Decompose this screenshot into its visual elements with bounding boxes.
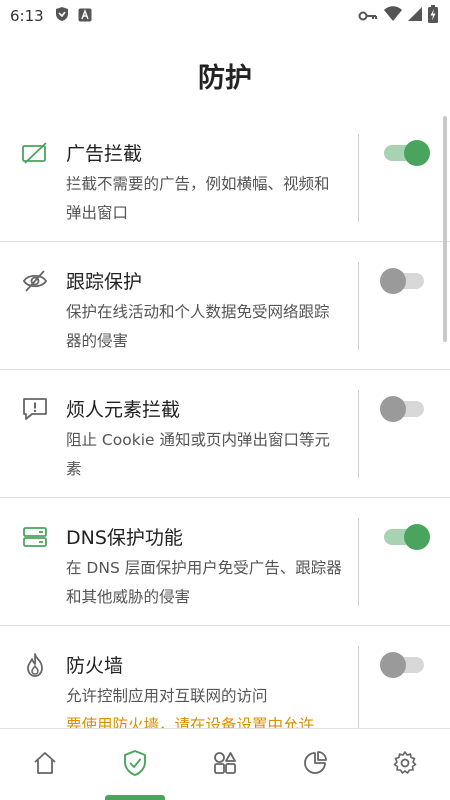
- nav-settings[interactable]: [360, 729, 450, 800]
- row-description: 拦截不需要的广告，例如横幅、视频和弹出窗口: [66, 175, 330, 222]
- toggle-thumb: [380, 396, 406, 422]
- row-title: 广告拦截: [66, 143, 143, 165]
- protection-list: 广告拦截 拦截不需要的广告，例如横幅、视频和弹出窗口 跟踪保护 保护在线活动和个…: [0, 114, 450, 728]
- row-description: 允许控制应用对互联网的访问 要使用防火墙，请在设备设置中允许: [66, 682, 342, 728]
- annoyance-blocking-toggle[interactable]: [380, 394, 432, 424]
- flame-icon: [21, 652, 49, 678]
- apps-grid-icon: [212, 750, 238, 780]
- row-divider: [358, 134, 359, 222]
- row-title: 烦人元素拦截: [66, 399, 181, 421]
- page-title: 防护: [198, 63, 252, 94]
- eye-off-icon: [21, 268, 49, 294]
- toggle-thumb: [404, 140, 430, 166]
- scrollbar[interactable]: [443, 116, 447, 342]
- dns-protection-toggle[interactable]: [380, 522, 432, 552]
- pie-chart-icon: [302, 750, 328, 780]
- active-tab-indicator: [105, 795, 165, 800]
- home-icon: [32, 750, 58, 780]
- row-title: DNS保护功能: [66, 527, 183, 549]
- wifi-icon: [384, 6, 402, 26]
- row-divider: [358, 262, 359, 350]
- row-description-text: 允许控制应用对互联网的访问: [66, 687, 268, 705]
- row-annoyance-blocking[interactable]: 烦人元素拦截 阻止 Cookie 通知或页内弹出窗口等元素: [0, 370, 450, 498]
- status-bar: 6:13: [0, 0, 450, 32]
- row-description: 在 DNS 层面保护用户免受广告、跟踪器和其他威胁的侵害: [66, 559, 342, 606]
- nav-protection[interactable]: [90, 729, 180, 800]
- ad-block-icon: [21, 140, 49, 166]
- row-title: 跟踪保护: [66, 271, 143, 293]
- bottom-navigation: [0, 728, 450, 800]
- alert-message-icon: [21, 396, 49, 422]
- row-divider: [358, 390, 359, 478]
- firewall-warning-text[interactable]: 要使用防火墙，请在设备设置中允许: [66, 711, 342, 728]
- row-ad-blocking[interactable]: 广告拦截 拦截不需要的广告，例如横幅、视频和弹出窗口: [0, 114, 450, 242]
- tracking-protection-toggle[interactable]: [380, 266, 432, 296]
- vpn-key-icon: [358, 7, 378, 26]
- cell-signal-icon: [408, 6, 422, 26]
- row-divider: [358, 646, 359, 728]
- nav-apps[interactable]: [180, 729, 270, 800]
- battery-charging-icon: [428, 5, 438, 27]
- status-right-icons: [358, 5, 438, 27]
- settings-gear-icon: [392, 750, 418, 780]
- toggle-thumb: [380, 652, 406, 678]
- status-left-icons: [54, 6, 92, 26]
- nav-home[interactable]: [0, 729, 90, 800]
- row-divider: [358, 518, 359, 606]
- row-title: 防火墙: [66, 655, 124, 677]
- shield-icon: [54, 6, 70, 26]
- row-firewall[interactable]: 防火墙 允许控制应用对互联网的访问 要使用防火墙，请在设备设置中允许: [0, 626, 450, 728]
- shield-check-icon: [122, 749, 148, 781]
- row-tracking-protection[interactable]: 跟踪保护 保护在线活动和个人数据免受网络跟踪器的侵害: [0, 242, 450, 370]
- toggle-thumb: [404, 524, 430, 550]
- row-description: 保护在线活动和个人数据免受网络跟踪器的侵害: [66, 303, 330, 350]
- toggle-thumb: [380, 268, 406, 294]
- status-time: 6:13: [10, 7, 44, 25]
- nav-statistics[interactable]: [270, 729, 360, 800]
- row-description: 阻止 Cookie 通知或页内弹出窗口等元素: [66, 431, 330, 478]
- dns-server-icon: [21, 524, 49, 550]
- app-a-icon: [78, 7, 92, 26]
- firewall-toggle[interactable]: [380, 650, 432, 680]
- ad-blocking-toggle[interactable]: [380, 138, 432, 168]
- row-dns-protection[interactable]: DNS保护功能 在 DNS 层面保护用户免受广告、跟踪器和其他威胁的侵害: [0, 498, 450, 626]
